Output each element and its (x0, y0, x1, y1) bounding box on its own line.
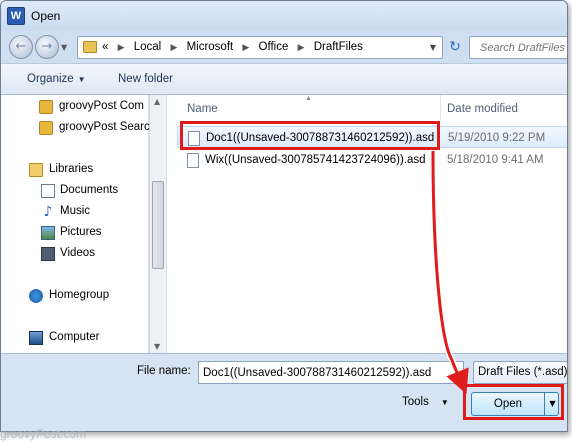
address-dropdown-icon[interactable]: ▼ (430, 43, 436, 52)
nav-scrollbar[interactable]: ▲ ▼ (149, 95, 166, 353)
nav-item-label: Music (60, 205, 91, 217)
breadcrumb: « ▶ Local ▶ Microsoft ▶ Office ▶ DraftFi… (102, 41, 363, 53)
file-name-field[interactable] (198, 361, 464, 384)
refresh-icon[interactable]: ↻ (445, 37, 465, 58)
nav-item-favorite-1[interactable]: groovyPost Com (1, 97, 149, 117)
column-header-name[interactable]: ▲ Name (167, 95, 441, 121)
chevron-right-icon[interactable]: ▶ (242, 42, 249, 52)
favorite-link-icon (39, 121, 53, 135)
back-arrow-icon: ← (15, 39, 27, 54)
favorite-link-icon (39, 100, 53, 114)
nav-item-label: Libraries (49, 163, 94, 175)
nav-item-libraries[interactable]: Libraries (1, 160, 149, 180)
tools-label: Tools (402, 396, 429, 408)
breadcrumb-microsoft[interactable]: Microsoft (187, 41, 234, 53)
chevron-right-icon[interactable]: ▶ (298, 42, 305, 52)
recent-locations-dropdown[interactable]: ▼ (61, 43, 67, 52)
navigation-row: ← → ▼ « ▶ Local ▶ Microsoft ▶ Office ▶ D… (1, 31, 567, 63)
column-header-date[interactable]: Date modified (441, 95, 567, 121)
nav-item-pictures[interactable]: Pictures (1, 223, 149, 243)
document-file-icon (187, 153, 199, 168)
sort-ascending-icon: ▲ (305, 95, 312, 102)
nav-item-label: Pictures (60, 226, 102, 238)
organize-button[interactable]: Organize ▼ (27, 73, 86, 85)
file-type-value: Draft Files (*.asd) (478, 366, 568, 378)
breadcrumb-draftfiles[interactable]: DraftFiles (314, 41, 363, 53)
videos-icon (41, 247, 55, 261)
search-input[interactable] (470, 37, 567, 58)
back-button[interactable]: ← (9, 35, 33, 59)
computer-icon (29, 331, 43, 345)
nav-item-label: groovyPost Searc (59, 121, 149, 133)
scroll-down-icon[interactable]: ▼ (154, 342, 160, 351)
nav-item-label: Homegroup (49, 289, 110, 301)
new-folder-button[interactable]: New folder (118, 73, 173, 85)
nav-item-music[interactable]: ♪ Music (1, 202, 149, 222)
file-name-label: File name: (137, 365, 191, 377)
chevron-right-icon[interactable]: ▶ (170, 42, 177, 52)
nav-item-videos[interactable]: Videos (1, 244, 149, 264)
breadcrumb-local[interactable]: Local (134, 41, 162, 53)
word-app-icon: W (7, 7, 25, 25)
breadcrumb-overflow[interactable]: « (102, 41, 108, 53)
file-name: Wix((Unsaved-300785741423724096)).asd (205, 154, 426, 166)
nav-item-label: Documents (60, 184, 119, 196)
open-dialog: W Open ← → ▼ « ▶ Local ▶ Microsoft ▶ Off… (0, 0, 568, 432)
window-title: Open (31, 9, 61, 23)
chevron-down-icon: ▼ (440, 398, 449, 407)
file-date: 5/18/2010 9:41 AM (447, 154, 544, 166)
file-date: 5/19/2010 9:22 PM (448, 132, 546, 144)
column-header-label: Name (187, 103, 218, 115)
nav-item-computer[interactable]: Computer (1, 328, 149, 348)
file-name-input[interactable] (199, 362, 463, 383)
title-bar[interactable]: W Open (1, 1, 567, 31)
organize-label: Organize (27, 73, 74, 85)
navigation-pane: groovyPost Com groovyPost Searc Librarie… (1, 95, 149, 353)
search-box[interactable] (469, 36, 567, 59)
highlight-box-file (180, 121, 440, 150)
documents-icon (41, 184, 55, 198)
nav-item-label: Videos (60, 247, 95, 259)
nav-item-label: Computer (49, 331, 100, 343)
chevron-down-icon: ▼ (77, 75, 86, 84)
file-type-select[interactable]: Draft Files (*.asd) (473, 361, 568, 384)
pictures-icon (41, 226, 55, 240)
tools-button[interactable]: Tools ▼ (402, 396, 449, 408)
breadcrumb-office[interactable]: Office (259, 41, 289, 53)
folder-icon (83, 41, 97, 53)
music-icon: ♪ (43, 204, 53, 220)
command-bar: Organize ▼ New folder (1, 63, 567, 95)
chevron-right-icon[interactable]: ▶ (118, 42, 125, 52)
file-row[interactable]: Wix((Unsaved-300785741423724096)).asd 5/… (177, 149, 567, 171)
address-bar[interactable]: « ▶ Local ▶ Microsoft ▶ Office ▶ DraftFi… (77, 36, 443, 59)
forward-button[interactable]: → (35, 35, 59, 59)
highlight-box-open (463, 384, 564, 420)
nav-item-favorite-2[interactable]: groovyPost Searc (1, 118, 149, 138)
scroll-thumb[interactable] (152, 181, 164, 269)
watermark: groovyPost.com (0, 427, 87, 441)
forward-arrow-icon: → (41, 39, 53, 54)
nav-item-label: groovyPost Com (59, 100, 145, 112)
homegroup-icon (29, 289, 43, 303)
nav-item-documents[interactable]: Documents (1, 181, 149, 201)
nav-item-homegroup[interactable]: Homegroup (1, 286, 149, 306)
libraries-icon (29, 163, 43, 177)
scroll-up-icon[interactable]: ▲ (154, 97, 160, 106)
